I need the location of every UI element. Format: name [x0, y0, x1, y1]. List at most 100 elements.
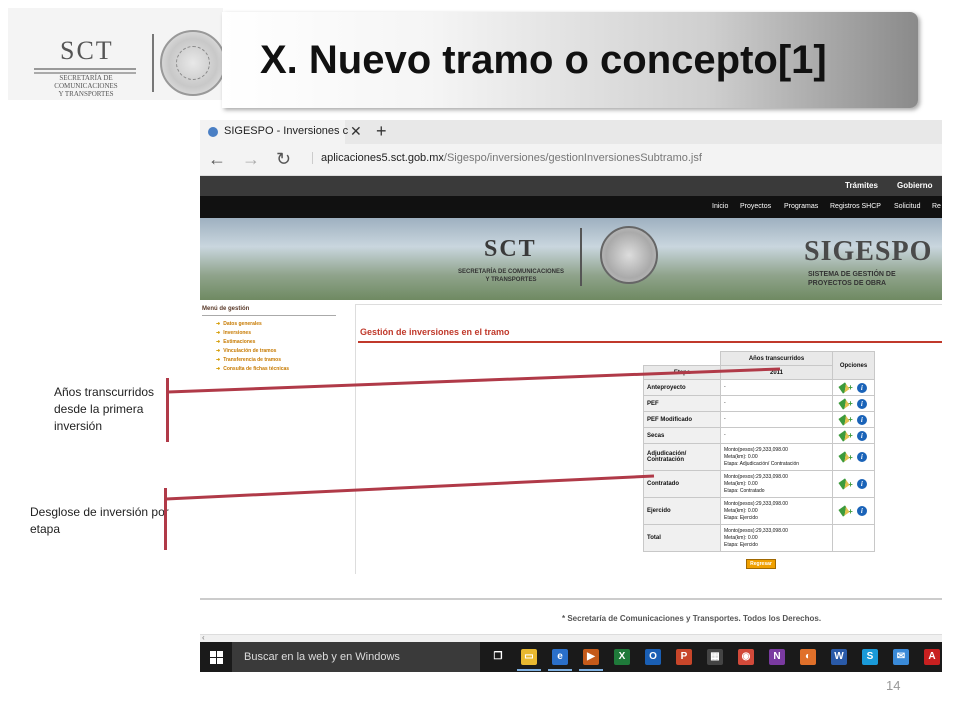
value-line: Etapa: Ejercido [724, 514, 758, 521]
horizontal-scrollbar[interactable]: ‹ [200, 633, 942, 642]
mexico-seal-icon [160, 30, 226, 96]
info-icon[interactable]: i [856, 430, 867, 441]
menu-item-proyectos[interactable]: Proyectos [740, 203, 771, 210]
gov-link-tramites[interactable]: Trámites [845, 181, 878, 190]
options-cell: + i [832, 470, 875, 498]
menu-item-registros-shcp[interactable]: Registros SHCP [830, 203, 881, 210]
value-line: Meta(km): 0.00 [724, 453, 758, 460]
value-line: Meta(km): 0.00 [724, 534, 758, 541]
taskbar-chrome-icon[interactable]: ◉ [732, 646, 760, 668]
sct-logo-subtitle: SECRETARÍA DE COMUNICACIONES Y TRANSPORT… [48, 74, 124, 98]
value-line: Monto(pesos):29,333,098.00 [724, 446, 788, 453]
value-cell: - [720, 395, 833, 412]
banner-sct-logo: SCT [484, 236, 537, 262]
info-icon[interactable]: i [856, 452, 867, 462]
value-cell: Monto(pesos):29,333,098.00 Meta(km): 0.00… [720, 497, 833, 525]
value-line: - [724, 400, 726, 406]
value-line: - [724, 432, 726, 438]
info-icon[interactable]: i [856, 398, 867, 409]
taskbar-search-box[interactable]: Buscar en la web y en Windows [232, 642, 480, 672]
taskbar-store-icon[interactable]: ▦ [701, 646, 729, 668]
info-icon[interactable]: i [856, 382, 867, 393]
file-explorer-glyph: ▭ [521, 649, 537, 665]
menu-item-programas[interactable]: Programas [784, 203, 818, 210]
running-indicator [548, 669, 572, 671]
content-panel: Gestión de inversiones en el tramo Años … [355, 304, 942, 574]
info-icon[interactable]: i [856, 506, 867, 516]
tab-sigespo[interactable]: SIGESPO - Inversiones c [200, 120, 349, 144]
word-glyph: W [831, 649, 847, 665]
edge-glyph: e [552, 649, 568, 665]
etapa-cell: Total [643, 524, 721, 552]
info-icon[interactable]: i [856, 414, 867, 425]
gov-link-gobierno[interactable]: Gobierno [897, 181, 933, 190]
table-row: Adjudicación/ Contratación Monto(pesos):2… [643, 443, 875, 471]
table-row: PEF - + i [643, 395, 875, 412]
value-cell: - [720, 379, 833, 396]
taskbar-edge-icon[interactable]: e [546, 646, 574, 671]
etapa-cell: PEF Modificado [643, 411, 721, 428]
back-arrow-icon[interactable]: ← [208, 149, 226, 170]
info-icon[interactable]: i [856, 479, 867, 489]
refresh-icon[interactable]: ↻ [276, 149, 291, 170]
annotation-bracket [164, 488, 167, 550]
options-cell: + i [832, 411, 875, 428]
acrobat-glyph: A [924, 649, 940, 665]
tab-strip: SIGESPO - Inversiones c ✕ + [200, 120, 942, 144]
options-cell: + i [832, 427, 875, 444]
scroll-left-icon[interactable]: ‹ [202, 633, 205, 642]
taskbar-excel-icon[interactable]: X [608, 646, 636, 668]
logo-rule [34, 68, 136, 70]
taskbar-skype-icon[interactable]: S [856, 646, 884, 668]
taskbar-search-placeholder: Buscar en la web y en Windows [244, 651, 400, 663]
menu-item-more[interactable]: Re [932, 203, 941, 210]
value-line: Monto(pesos):29,333,098.00 [724, 473, 788, 480]
sidebar-item-estimaciones[interactable]: Estimaciones [216, 339, 255, 345]
value-cell: - [720, 427, 833, 444]
taskbar-onenote-icon[interactable]: N [763, 646, 791, 668]
menu-item-solicitud[interactable]: Solicitud [894, 203, 920, 210]
etapa-cell: Anteproyecto [643, 379, 721, 396]
new-tab-icon[interactable]: + [376, 121, 387, 142]
forward-arrow-icon[interactable]: → [242, 149, 260, 170]
value-line: Etapa: Adjudicación/ Contratación [724, 460, 800, 467]
slide-title-bar: X. Nuevo tramo o concepto[1] [222, 12, 918, 108]
etapa-header: Etapa [643, 365, 721, 380]
windows-start-icon[interactable] [210, 651, 223, 664]
taskbar-outlook-icon[interactable]: O [639, 646, 667, 668]
investments-table: Años transcurridos Opciones Etapa 2011 A… [643, 351, 875, 552]
sidebar-item-fichas-tecnicas[interactable]: Consulta de fichas técnicas [216, 366, 289, 372]
close-tab-icon[interactable]: ✕ [350, 123, 362, 140]
logo-subtitle-line: Y TRANSPORTES [58, 90, 114, 98]
value-line: Monto(pesos):29,333,098.00 [724, 500, 788, 507]
outlook-glyph: O [645, 649, 661, 665]
site-banner: SCT SECRETARÍA DE COMUNICACIONES Y TRANS… [200, 218, 942, 300]
government-bar: Trámites Gobierno [200, 176, 942, 196]
taskbar-task-view-icon[interactable]: ❐ [484, 646, 512, 668]
back-button[interactable]: Regresar [746, 559, 776, 569]
value-line: Etapa: Contratado [724, 487, 765, 494]
table-corner [643, 351, 721, 366]
taskbar-powerpoint-icon[interactable]: P [670, 646, 698, 668]
sidebar-item-vinculacion[interactable]: Vinculación de tramos [216, 348, 276, 354]
sidebar-item-datos-generales[interactable]: Datos generales [216, 321, 262, 327]
windows-taskbar: Buscar en la web y en Windows ❐ ▭ e ▶ X O P ▦ ◉ N… [200, 642, 942, 672]
options-cell: + i [832, 497, 875, 525]
options-cell [832, 524, 875, 552]
logo-subtitle-line: SECRETARÍA DE [59, 74, 113, 82]
address-bar[interactable]: aplicaciones5.sct.gob.mx/Sigespo/inversi… [312, 152, 702, 164]
options-cell: + i [832, 443, 875, 471]
menu-item-inicio[interactable]: Inicio [712, 203, 728, 210]
taskbar-mail-icon[interactable]: ✉ [887, 646, 915, 668]
taskbar-acrobat-icon[interactable]: A [918, 646, 942, 668]
onenote-glyph: N [769, 649, 785, 665]
taskbar-firefox-icon[interactable]: ◐ [794, 646, 822, 668]
taskbar-file-explorer-icon[interactable]: ▭ [515, 646, 543, 671]
taskbar-word-icon[interactable]: W [825, 646, 853, 668]
annotation-stage-breakdown: Desglose de inversión por etapa [30, 505, 169, 536]
tab-title: SIGESPO - Inversiones c [224, 125, 349, 137]
options-cell: + i [832, 379, 875, 396]
sidebar-item-transferencia[interactable]: Transferencia de tramos [216, 357, 281, 363]
sidebar-item-inversiones[interactable]: Inversiones [216, 330, 251, 336]
taskbar-media-icon[interactable]: ▶ [577, 646, 605, 671]
